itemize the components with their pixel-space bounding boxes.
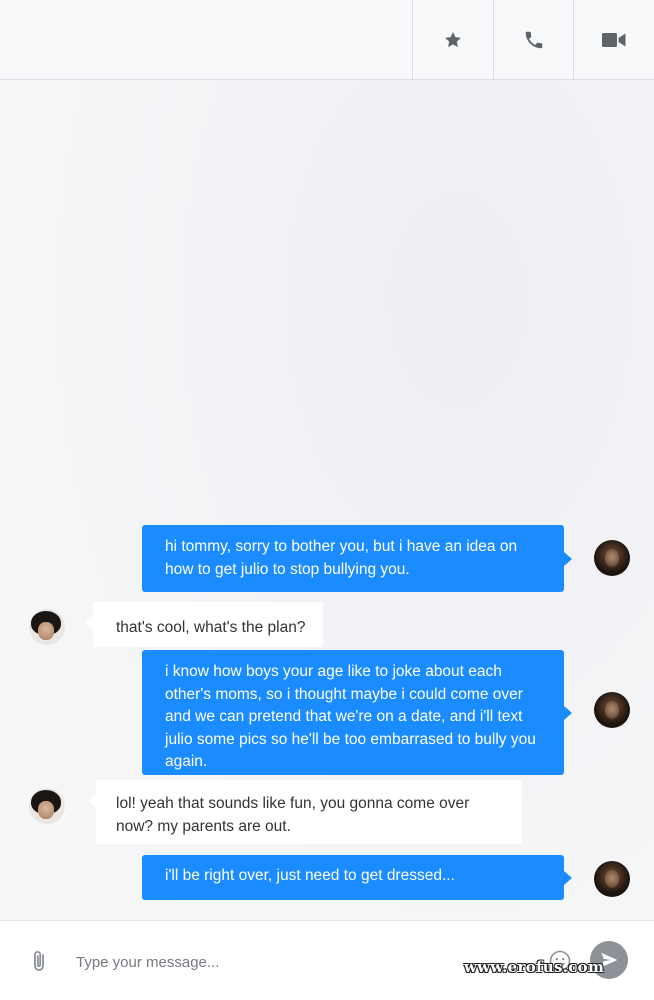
message-bubble-incoming: that's cool, what's the plan?	[85, 602, 323, 647]
paperclip-icon	[34, 951, 44, 971]
message-bubble-incoming: lol! yeah that sounds like fun, you gonn…	[88, 780, 522, 844]
avatar	[594, 692, 630, 728]
avatar	[594, 861, 630, 897]
message-bubble-outgoing: i'll be right over, just need to get dre…	[142, 855, 572, 900]
message-bubble-outgoing: i know how boys your age like to joke ab…	[142, 650, 572, 775]
message-text: i'll be right over, just need to get dre…	[165, 867, 455, 884]
avatar	[29, 609, 65, 645]
avatar	[594, 540, 630, 576]
message-input[interactable]	[68, 947, 528, 977]
message-list[interactable]: hi tommy, sorry to bother you, but i hav…	[0, 80, 654, 920]
message-text: lol! yeah that sounds like fun, you gonn…	[116, 795, 470, 835]
chat-header	[0, 0, 654, 80]
message-text: that's cool, what's the plan?	[116, 619, 306, 636]
video-call-button[interactable]	[573, 0, 654, 79]
watermark: www.erofus.com	[464, 958, 605, 976]
chat-app: hi tommy, sorry to bother you, but i hav…	[0, 0, 654, 1000]
video-camera-icon	[602, 32, 626, 47]
voice-call-button[interactable]	[493, 0, 573, 79]
message-bubble-outgoing: hi tommy, sorry to bother you, but i hav…	[142, 525, 572, 592]
message-text: i know how boys your age like to joke ab…	[165, 663, 536, 770]
attach-button[interactable]	[28, 949, 52, 975]
star-icon	[444, 31, 461, 47]
phone-icon	[525, 31, 542, 48]
message-text: hi tommy, sorry to bother you, but i hav…	[165, 538, 518, 578]
avatar	[29, 788, 65, 824]
favorite-button[interactable]	[412, 0, 492, 79]
